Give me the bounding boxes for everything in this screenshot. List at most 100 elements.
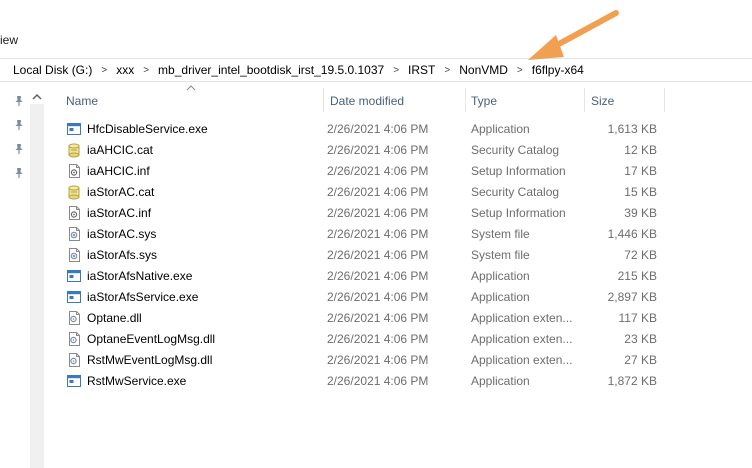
file-row[interactable]: iaAHCIC.cat 2/26/2021 4:06 PM Security Cat… — [45, 140, 752, 161]
file-type: System file — [471, 227, 530, 241]
chevron-right-icon[interactable]: > — [517, 65, 523, 76]
pin-icon[interactable] — [13, 167, 25, 179]
column-header-row: Name Date modified Type Size — [45, 84, 752, 116]
view-tab[interactable]: iew — [0, 33, 18, 47]
file-name: iaStorAC.sys — [87, 227, 157, 241]
breadcrumb-item-driver-folder[interactable]: mb_driver_intel_bootdisk_irst_19.5.0.103… — [157, 63, 385, 77]
file-name: iaStorAfsService.exe — [87, 290, 199, 304]
application-extension-icon — [69, 332, 80, 346]
file-size: 27 KB — [624, 353, 657, 367]
chevron-right-icon[interactable]: > — [444, 65, 450, 76]
file-type: Application exten... — [471, 311, 573, 325]
system-file-icon — [69, 248, 80, 262]
pin-icon[interactable] — [13, 119, 25, 131]
pin-icon[interactable] — [13, 95, 25, 107]
file-name: Optane.dll — [87, 311, 142, 325]
file-name: HfcDisableService.exe — [87, 122, 208, 136]
file-type: Application — [471, 269, 530, 283]
file-date-modified: 2/26/2021 4:06 PM — [327, 269, 429, 283]
chevron-right-icon[interactable]: > — [393, 65, 399, 76]
system-file-icon — [69, 227, 80, 241]
application-icon — [67, 375, 81, 387]
column-header-name[interactable]: Name — [58, 84, 323, 116]
column-header-date[interactable]: Date modified — [322, 84, 465, 116]
file-size: 72 KB — [624, 248, 657, 262]
chevron-right-icon[interactable]: > — [143, 65, 149, 76]
application-icon — [67, 291, 81, 303]
file-date-modified: 2/26/2021 4:06 PM — [327, 143, 429, 157]
column-divider[interactable] — [664, 88, 665, 112]
file-type: Security Catalog — [471, 143, 560, 157]
file-row[interactable]: iaStorAC.inf 2/26/2021 4:06 PM Setup Infor… — [45, 203, 752, 224]
file-row[interactable]: iaStorAC.sys 2/26/2021 4:06 PM System file… — [45, 224, 752, 245]
file-size: 12 KB — [624, 143, 657, 157]
file-type: Application exten... — [471, 353, 573, 367]
file-date-modified: 2/26/2021 4:06 PM — [327, 164, 429, 178]
file-row[interactable]: iaStorAC.cat 2/26/2021 4:06 PM Security Ca… — [45, 182, 752, 203]
file-name: iaAHCIC.cat — [87, 143, 154, 157]
breadcrumb-item-nonvmd[interactable]: NonVMD — [458, 63, 509, 77]
file-row[interactable]: iaStorAfs.sys 2/26/2021 4:06 PM System fil… — [45, 245, 752, 266]
file-name: iaStorAfsNative.exe — [87, 269, 193, 283]
breadcrumb-item-irst[interactable]: IRST — [407, 63, 436, 77]
file-date-modified: 2/26/2021 4:06 PM — [327, 290, 429, 304]
file-date-modified: 2/26/2021 4:06 PM — [327, 374, 429, 388]
file-date-modified: 2/26/2021 4:06 PM — [327, 353, 429, 367]
file-size: 1,872 KB — [607, 374, 657, 388]
scroll-up-arrow-icon[interactable] — [31, 91, 43, 103]
application-extension-icon — [69, 353, 80, 367]
breadcrumb-item-drive[interactable]: Local Disk (G:) — [12, 63, 93, 77]
file-date-modified: 2/26/2021 4:06 PM — [327, 248, 429, 262]
application-extension-icon — [69, 311, 80, 325]
file-type: System file — [471, 248, 530, 262]
file-date-modified: 2/26/2021 4:06 PM — [327, 227, 429, 241]
security-catalog-icon — [68, 143, 80, 158]
file-name: iaAHCIC.inf — [87, 164, 150, 178]
chevron-right-icon[interactable]: > — [101, 65, 107, 76]
file-date-modified: 2/26/2021 4:06 PM — [327, 122, 429, 136]
security-catalog-icon — [68, 185, 80, 200]
file-name: iaStorAC.cat — [87, 185, 155, 199]
file-type: Application — [471, 122, 530, 136]
file-type: Setup Information — [471, 164, 566, 178]
file-type: Application — [471, 290, 530, 304]
breadcrumb-item-xxx[interactable]: xxx — [115, 63, 135, 77]
file-list: HfcDisableService.exe 2/26/2021 4:06 PM Ap… — [45, 119, 752, 392]
file-size: 215 KB — [617, 269, 657, 283]
breadcrumb-item-current[interactable]: f6flpy-x64 — [531, 63, 585, 77]
file-size: 17 KB — [624, 164, 657, 178]
pin-icon[interactable] — [13, 143, 25, 155]
file-name: iaStorAC.inf — [87, 206, 152, 220]
file-date-modified: 2/26/2021 4:06 PM — [327, 185, 429, 199]
column-header-type[interactable]: Type — [463, 84, 583, 116]
nav-pane-scrollbar[interactable] — [30, 104, 44, 468]
file-size: 2,897 KB — [607, 290, 657, 304]
file-date-modified: 2/26/2021 4:06 PM — [327, 332, 429, 346]
annotation-arrow-icon — [528, 10, 619, 60]
file-row[interactable]: HfcDisableService.exe 2/26/2021 4:06 PM Ap… — [45, 119, 752, 140]
file-name: RstMwEventLogMsg.dll — [87, 353, 213, 367]
file-size: 39 KB — [624, 206, 657, 220]
file-row[interactable]: iaAHCIC.inf 2/26/2021 4:06 PM Setup Inform… — [45, 161, 752, 182]
file-name: RstMwService.exe — [87, 374, 187, 388]
file-size: 23 KB — [624, 332, 657, 346]
file-type: Application — [471, 374, 530, 388]
file-row[interactable]: iaStorAfsNative.exe 2/26/2021 4:06 PM Appl… — [45, 266, 752, 287]
file-size: 1,613 KB — [607, 122, 657, 136]
file-date-modified: 2/26/2021 4:06 PM — [327, 206, 429, 220]
file-row[interactable]: Optane.dll 2/26/2021 4:06 PM Application e… — [45, 308, 752, 329]
file-type: Security Catalog — [471, 185, 560, 199]
file-row[interactable]: RstMwService.exe 2/26/2021 4:06 PM Applica… — [45, 371, 752, 392]
file-row[interactable]: RstMwEventLogMsg.dll 2/26/2021 4:06 PM App… — [45, 350, 752, 371]
file-type: Setup Information — [471, 206, 566, 220]
file-date-modified: 2/26/2021 4:06 PM — [327, 311, 429, 325]
setup-information-icon — [69, 206, 80, 220]
application-icon — [67, 270, 81, 282]
file-type: Application exten... — [471, 332, 573, 346]
file-row[interactable]: OptaneEventLogMsg.dll 2/26/2021 4:06 PM Ap… — [45, 329, 752, 350]
column-header-size[interactable]: Size — [583, 84, 663, 116]
application-icon — [67, 123, 81, 135]
file-size: 117 KB — [618, 311, 657, 325]
file-name: OptaneEventLogMsg.dll — [87, 332, 216, 346]
file-row[interactable]: iaStorAfsService.exe 2/26/2021 4:06 PM App… — [45, 287, 752, 308]
